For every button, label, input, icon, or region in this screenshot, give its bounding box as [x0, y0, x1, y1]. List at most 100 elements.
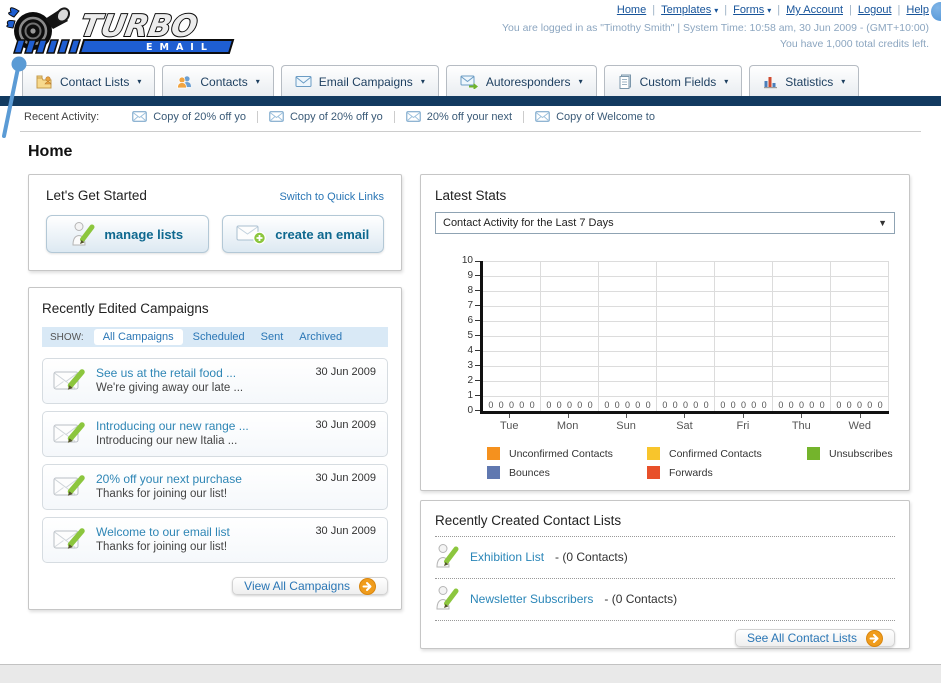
data-value-label: 0 [556, 400, 562, 410]
tab-label: Statistics [785, 74, 834, 89]
contact-lists-title: Recently Created Contact Lists [435, 513, 622, 528]
contact-list-count: - (0 Contacts) [604, 591, 678, 606]
top-link-label: My Account [786, 4, 843, 16]
campaign-edit-icon [53, 421, 85, 447]
chevron-down-icon: ▾ [841, 77, 846, 86]
recent-activity-item[interactable]: Copy of 20% off yo [121, 110, 258, 123]
chevron-down-icon: ▾ [578, 77, 583, 86]
recent-activity-item[interactable]: Copy of Welcome to [524, 111, 666, 123]
data-value-label: 0 [488, 400, 494, 410]
legend-label: Confirmed Contacts [669, 447, 762, 460]
campaign-title-link[interactable]: 20% off your next purchase [96, 471, 242, 487]
see-all-contact-lists-button[interactable]: See All Contact Lists [734, 629, 895, 647]
tab-statistics[interactable]: Statistics ▾ [749, 65, 860, 96]
top-link-templates[interactable]: Templates ▾ [661, 4, 718, 16]
envelope-arrow-icon [460, 75, 479, 89]
top-link-help[interactable]: Help [906, 4, 929, 16]
y-tick-label: 5 [467, 330, 473, 341]
top-link-label: Forms [733, 4, 765, 16]
data-value-label: 0 [693, 400, 699, 410]
recent-activity-item[interactable]: Copy of 20% off yo [258, 110, 395, 123]
data-value-label: 0 [498, 400, 504, 410]
top-link-label: Home [616, 4, 647, 16]
campaign-row[interactable]: 20% off your next purchase Thanks for jo… [42, 464, 388, 510]
data-value-label: 0 [662, 400, 668, 410]
arrow-circle-icon [359, 577, 376, 595]
legend-item-forwards: Forwards [647, 466, 807, 479]
y-tick-label: 3 [467, 360, 473, 371]
campaign-row[interactable]: See us at the retail food ... We're givi… [42, 358, 388, 404]
users-icon [176, 74, 193, 89]
create-an-email-button[interactable]: create an email [221, 215, 384, 253]
recent-activity-item[interactable]: 20% off your next [395, 110, 525, 123]
manage-lists-label: manage lists [104, 226, 184, 242]
login-info: You are logged in as "Timothy Smith" | S… [502, 20, 929, 53]
filter-archived[interactable]: Archived [299, 331, 342, 343]
mail-icon [535, 111, 550, 122]
data-value-label: 0 [587, 400, 593, 410]
campaign-row[interactable]: Introducing our new range ... Introducin… [42, 411, 388, 457]
page-title: Home [28, 143, 73, 160]
stats-period-select[interactable]: Contact Activity for the Last 7 Days ▼ [435, 212, 895, 234]
data-value-label: 0 [819, 400, 825, 410]
contact-list-name-link[interactable]: Exhibition List [470, 550, 544, 564]
filter-sent[interactable]: Sent [261, 331, 284, 343]
login-status: You are logged in as "Timothy Smith" | S… [502, 22, 929, 34]
chart-day-group: 00000 [773, 261, 831, 411]
campaign-edit-icon [53, 474, 85, 500]
y-tick-label: 6 [467, 315, 473, 326]
tab-email-campaigns[interactable]: Email Campaigns ▾ [280, 65, 439, 96]
nav-separator: | [897, 4, 901, 16]
y-tick-label: 1 [467, 390, 473, 401]
campaign-title-link[interactable]: Welcome to our email list [96, 524, 230, 540]
data-value-label: 0 [529, 400, 535, 410]
tab-autoresponders[interactable]: Autoresponders ▾ [445, 65, 597, 96]
manage-lists-button[interactable]: manage lists [46, 215, 209, 253]
contact-list-name-link[interactable]: Newsletter Subscribers [470, 592, 593, 606]
campaign-row[interactable]: Welcome to our email list Thanks for joi… [42, 517, 388, 563]
mail-icon [269, 111, 284, 122]
data-value-label: 0 [645, 400, 651, 410]
legend-item-bounces: Bounces [487, 466, 647, 479]
get-started-title: Let's Get Started [46, 188, 147, 203]
tab-contacts[interactable]: Contacts ▾ [162, 65, 274, 96]
bar-chart-icon [763, 75, 778, 89]
chart-plot-area: 00000000000000000000000000000000000 [480, 261, 889, 414]
filter-all-campaigns[interactable]: All Campaigns [93, 329, 183, 345]
y-tick-label: 0 [467, 405, 473, 416]
data-value-label: 0 [703, 400, 709, 410]
campaign-title-link[interactable]: Introducing our new range ... [96, 418, 249, 434]
top-link-logout[interactable]: Logout [858, 4, 892, 16]
tab-contact-lists[interactable]: Contact Lists ▾ [22, 65, 156, 96]
chart-x-axis: Tue Mon Sun Sat Fri Thu Wed [480, 414, 889, 432]
see-all-contact-lists-label: See All Contact Lists [746, 631, 857, 645]
legend-item-confirmed-contacts: Confirmed Contacts [647, 447, 807, 460]
x-tick-label: Thu [772, 414, 830, 432]
person-pencil-icon [71, 221, 95, 248]
tab-label: Contacts [200, 74, 248, 89]
data-value-label: 0 [519, 400, 525, 410]
top-link-forms[interactable]: Forms ▾ [733, 4, 771, 16]
top-link-my-account[interactable]: My Account [786, 4, 843, 16]
switch-to-quick-links-link[interactable]: Switch to Quick Links [279, 191, 384, 203]
data-value-label: 0 [566, 400, 572, 410]
top-link-home[interactable]: Home [617, 4, 646, 16]
filter-scheduled[interactable]: Scheduled [193, 331, 245, 343]
contact-list-item[interactable]: Exhibition List - (0 Contacts) [435, 541, 895, 572]
x-tick-label: Sun [597, 414, 655, 432]
y-tick-label: 10 [461, 255, 473, 266]
contact-list-item[interactable]: Newsletter Subscribers - (0 Contacts) [435, 583, 895, 614]
x-tick-label: Fri [714, 414, 772, 432]
arrow-circle-icon [866, 629, 883, 647]
legend-swatch [647, 466, 660, 479]
data-value-label: 0 [624, 400, 630, 410]
legend-item-unsubscribes: Unsubscribes [807, 447, 895, 460]
legend-swatch [807, 447, 820, 460]
view-all-campaigns-button[interactable]: View All Campaigns [232, 577, 388, 595]
campaign-title-link[interactable]: See us at the retail food ... [96, 365, 243, 381]
top-link-label: Help [906, 4, 929, 16]
data-value-label: 0 [604, 400, 610, 410]
y-tick-label: 9 [467, 270, 473, 281]
tab-custom-fields[interactable]: Custom Fields ▾ [603, 65, 743, 96]
y-tick-label: 8 [467, 285, 473, 296]
